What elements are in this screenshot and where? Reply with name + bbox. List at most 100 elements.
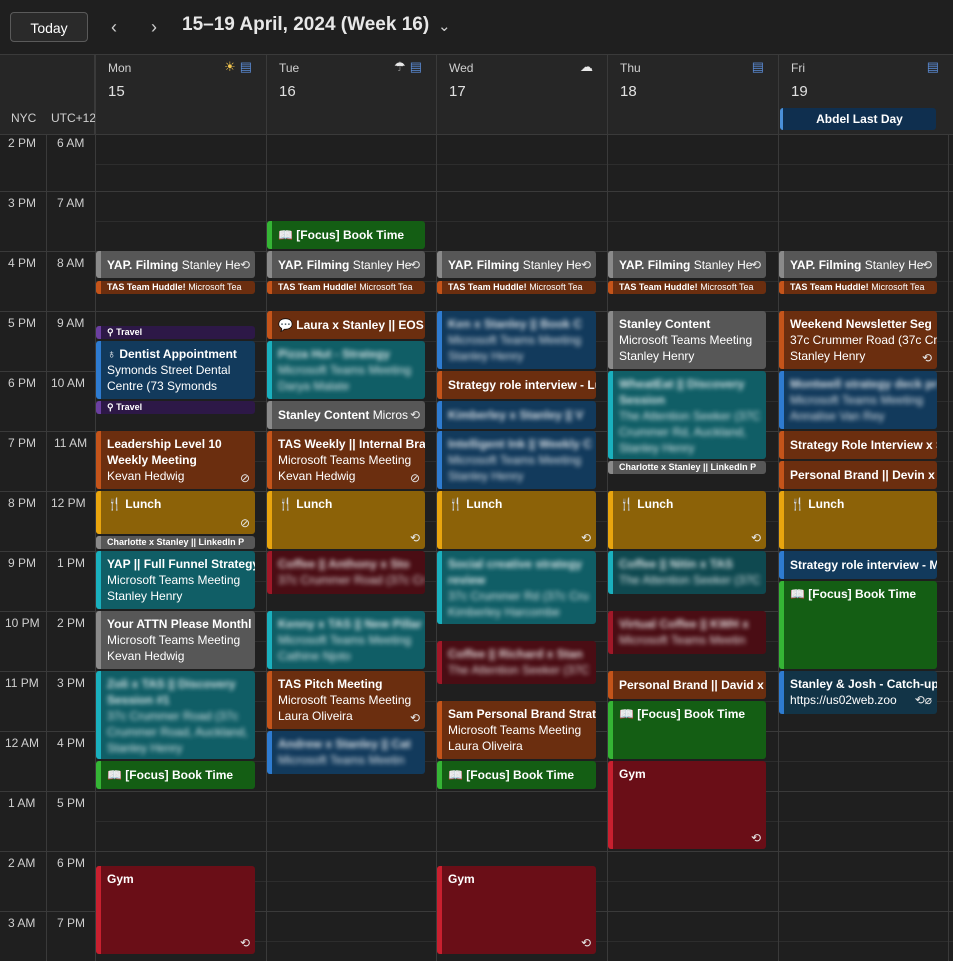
event-title: Charlotte x Stanley || LinkedIn P (619, 462, 757, 472)
event-yap-filming[interactable]: YAP. Filming Stanley He ⟲ (779, 251, 937, 278)
day-header-tue[interactable]: Tue 16 ☂ ▤ (266, 54, 436, 134)
day-header-thu[interactable]: Thu 18 ▤ (607, 54, 778, 134)
event-title: Lunch (125, 497, 162, 511)
event-tas-pitch[interactable]: TAS Pitch Meeting Microsoft Teams Meetin… (267, 671, 425, 729)
recurring-icon: ⟲ (750, 258, 761, 272)
event-gym[interactable]: Gym ⟲ (96, 866, 255, 954)
recurring-icon: ⟲ (921, 351, 932, 365)
event-leadership[interactable]: Leadership Level 10 Weekly Meeting Kevan… (96, 431, 255, 489)
event-yap-filming[interactable]: YAP. Filming Stanley He ⟲ (267, 251, 425, 278)
event-stanley-josh-catchup[interactable]: Stanley & Josh - Catch-up https://us02we… (779, 671, 937, 714)
event-montwell-deck[interactable]: Montwell strategy deck pr Microsoft Team… (779, 371, 937, 429)
document-icon[interactable]: ▤ (240, 59, 252, 74)
event-lunch[interactable]: 🍴 Lunch ⟲ (267, 491, 425, 549)
event-gym[interactable]: Gym ⟲ (437, 866, 596, 954)
event-yap-filming[interactable]: YAP. Filming Stanley He ⟲ (608, 251, 766, 278)
event-lunch[interactable]: 🍴 Lunch ⟲ (437, 491, 596, 549)
event-lunch[interactable]: 🍴 Lunch ⟲ (608, 491, 766, 549)
event-coffee-nitin[interactable]: Coffee || Nitin x TAS The Attention Seek… (608, 551, 766, 594)
event-strategy-interview-m[interactable]: Strategy role interview - M (779, 551, 937, 579)
document-icon[interactable]: ▤ (927, 59, 939, 74)
document-icon[interactable]: ▤ (410, 59, 422, 74)
date-range-title[interactable]: 15–19 April, 2024 (Week 16) (182, 14, 429, 36)
event-laura-eos[interactable]: 💬 Laura x Stanley || EOS R (267, 311, 425, 339)
timezone-secondary-label[interactable]: UTC+12 (51, 111, 96, 125)
event-virtual-coffee[interactable]: Virtual Coffee || KWH x Microsoft Teams … (608, 611, 766, 654)
event-tas-huddle[interactable]: TAS Team Huddle! Microsoft Tea (96, 281, 255, 294)
event-sam-brand[interactable]: Sam Personal Brand Strat Microsoft Teams… (437, 701, 596, 759)
event-ken-book[interactable]: Ken x Stanley || Book C Microsoft Teams … (437, 311, 596, 369)
event-kenny-pillar[interactable]: Kenny x TAS || New Pillar Microsoft Team… (267, 611, 425, 669)
event-focus-book-time[interactable]: 📖 [Focus] Book Time (779, 581, 937, 669)
event-organizer: Laura Oliveira (278, 709, 353, 723)
event-lunch[interactable]: 🍴 Lunch ⊘ (96, 491, 255, 534)
book-icon: 📖 (790, 587, 805, 601)
event-lunch[interactable]: 🍴 Lunch (779, 491, 937, 549)
event-tas-huddle[interactable]: TAS Team Huddle! Microsoft Tea (608, 281, 766, 294)
time-label-nyc: 3 PM (8, 196, 37, 210)
travel-icon: ⚲ (107, 327, 114, 337)
event-andrew-cat[interactable]: Andrew x Stanley || Cat Microsoft Teams … (267, 731, 425, 774)
event-charlotte-linkedin[interactable]: Charlotte x Stanley || LinkedIn P (96, 536, 255, 549)
event-note: Micros (372, 408, 409, 422)
event-focus-book-time[interactable]: 📖 [Focus] Book Time (96, 761, 255, 789)
event-dentist[interactable]: ♁ Dentist Appointment Symonds Street Den… (96, 341, 255, 399)
event-strategy-interview[interactable]: Strategy Role Interview x S (779, 431, 937, 459)
event-stanley-content[interactable]: Stanley Content Micros ⟲ (267, 401, 425, 429)
event-strategy-interview[interactable]: Strategy role interview - Lu (437, 371, 596, 399)
event-title: YAP. Filming (790, 258, 862, 272)
all-day-event[interactable]: Abdel Last Day (780, 108, 936, 130)
event-organizer: Kevan Hedwig (107, 469, 185, 483)
day-header-mon[interactable]: Mon 15 ☀ ▤ (95, 54, 266, 134)
event-organizer: Stanley Henry (790, 349, 866, 363)
event-yap-filming[interactable]: YAP. Filming Stanley He ⟲ (96, 251, 255, 278)
recurring-icon: ⟲ (750, 531, 761, 545)
event-organizer: Annalise Van Rey (790, 409, 885, 423)
day-number: 19 (791, 83, 808, 100)
document-icon[interactable]: ▤ (752, 59, 764, 74)
today-button[interactable]: Today (10, 12, 88, 42)
event-title: Andrew x Stanley || Cat (278, 737, 411, 751)
event-weekend-newsletter[interactable]: Weekend Newsletter Seg 37c Crummer Road … (779, 311, 937, 369)
event-title: [Focus] Book Time (466, 768, 575, 782)
event-gym[interactable]: Gym ⟲ (608, 761, 766, 849)
event-stanley-content[interactable]: Stanley Content Microsoft Teams Meeting … (608, 311, 766, 369)
event-title: Coffee || Richard x Stan (448, 647, 583, 661)
event-tas-huddle[interactable]: TAS Team Huddle! Microsoft Tea (437, 281, 596, 294)
event-zoli-discovery[interactable]: Zoli x TAS || Discovery Session #1 37c C… (96, 671, 255, 759)
event-travel[interactable]: ⚲ Travel (96, 401, 255, 414)
event-wheateat-discovery[interactable]: WheatEat || Discovery Session The Attent… (608, 371, 766, 459)
recurring-icon: ⟲ (580, 936, 591, 950)
event-kimberley[interactable]: Kimberley x Stanley || V (437, 401, 596, 429)
event-tas-huddle[interactable]: TAS Team Huddle! Microsoft Tea (779, 281, 937, 294)
event-personal-brand[interactable]: Personal Brand || David x S (608, 671, 766, 699)
event-yap-filming[interactable]: YAP. Filming Stanley He ⟲ (437, 251, 596, 278)
chevron-down-icon[interactable]: ⌄ (438, 14, 451, 40)
event-intelligent-ink[interactable]: Intelligent Ink || Weekly C Microsoft Te… (437, 431, 596, 489)
event-tas-huddle[interactable]: TAS Team Huddle! Microsoft Tea (267, 281, 425, 294)
event-tas-weekly[interactable]: TAS Weekly || Internal Bra Microsoft Tea… (267, 431, 425, 489)
event-travel[interactable]: ⚲ Travel (96, 326, 255, 339)
next-week-icon[interactable]: › (144, 14, 164, 40)
event-location: Microsoft Teams Meeting (790, 393, 924, 407)
timezone-primary-label[interactable]: NYC (11, 111, 36, 125)
event-coffee-richard[interactable]: Coffee || Richard x Stan The Attention S… (437, 641, 596, 684)
previous-week-icon[interactable]: ‹ (104, 14, 124, 40)
event-yap-funnel[interactable]: YAP || Full Funnel Strategy Microsoft Te… (96, 551, 255, 609)
event-focus-book-time[interactable]: 📖 [Focus] Book Time (608, 701, 766, 759)
event-location: Crummer Road, Auckland, (107, 725, 248, 739)
event-focus-book-time[interactable]: 📖 [Focus] Book Time (437, 761, 596, 789)
fork-knife-icon: 🍴 (790, 497, 805, 511)
event-link: https://us02web.zoo (790, 693, 897, 707)
event-charlotte-linkedin[interactable]: Charlotte x Stanley || LinkedIn P (608, 461, 766, 474)
event-focus-book-time[interactable]: 📖 [Focus] Book Time (267, 221, 425, 249)
event-organizer: Stanley Henry (107, 741, 183, 755)
event-location: Microsoft Teams Meeting (278, 633, 412, 647)
event-coffee-anthony[interactable]: Coffee || Anthony x Sto 37c Crummer Road… (267, 551, 425, 594)
event-personal-brand[interactable]: Personal Brand || Devin x S (779, 461, 937, 489)
event-social-strategy[interactable]: Social creative strategy review 37c Crum… (437, 551, 596, 624)
day-header-wed[interactable]: Wed 17 ☁ (436, 54, 607, 134)
event-attn-monthly[interactable]: Your ATTN Please Monthl Microsoft Teams … (96, 611, 255, 669)
event-pizza-strategy[interactable]: Pizza Hut - Strategy Microsoft Teams Mee… (267, 341, 425, 399)
event-title: Stanley & Josh - Catch-up (790, 677, 937, 691)
